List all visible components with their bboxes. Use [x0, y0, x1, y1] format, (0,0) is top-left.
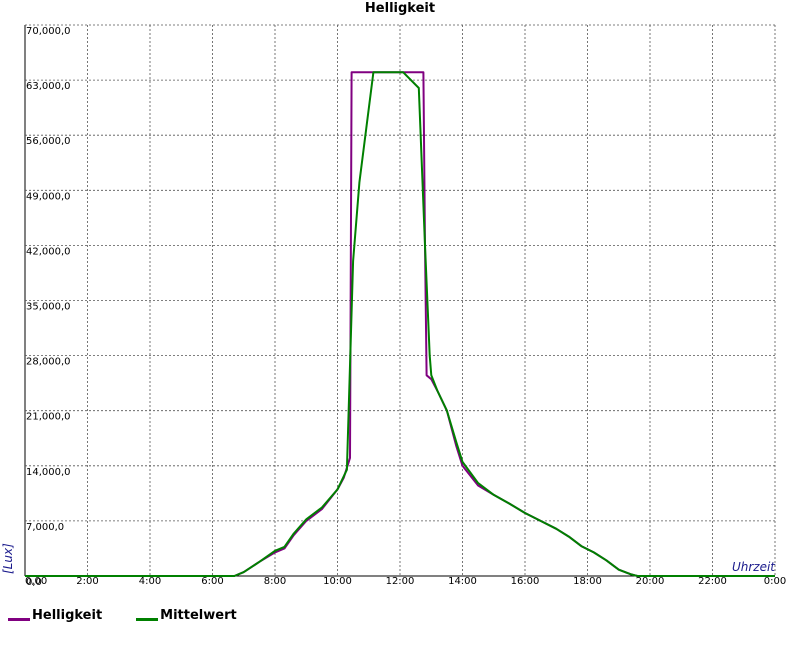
- y-tick-label: 70,000,0: [26, 26, 71, 37]
- x-tick-label: 4:00: [139, 576, 161, 587]
- x-tick-labels: 0,00 2:00 4:00 6:00 8:00 10:00 12:00 14:00 16:00…: [25, 576, 786, 587]
- y-tick-label: 14,000,0: [26, 467, 71, 478]
- legend-label-helligkeit: Helligkeit: [32, 608, 103, 623]
- brightness-chart: Helligkeit 0,07,000,014,000,021,000,028,…: [1, 1, 786, 588]
- grid: [24, 24, 776, 577]
- y-tick-label: 63,000,0: [26, 81, 71, 92]
- y-tick-labels: 0,07,000,014,000,021,000,028,000,035,000…: [26, 26, 71, 588]
- legend-swatch-helligkeit: [8, 618, 30, 621]
- y-axis-label: [Lux]: [1, 543, 15, 574]
- x-tick-label: 2:00: [76, 576, 98, 587]
- y-tick-label: 35,000,0: [26, 302, 71, 313]
- y-tick-label: 28,000,0: [26, 357, 71, 368]
- y-tick-label: 49,000,0: [26, 191, 71, 202]
- y-tick-label: 56,000,0: [26, 136, 71, 147]
- legend-item-mittelwert: Mittelwert: [136, 608, 237, 623]
- legend-swatch-mittelwert: [136, 618, 159, 621]
- legend-label-mittelwert: Mittelwert: [160, 608, 237, 623]
- x-tick-label: 0,00: [25, 576, 47, 587]
- legend-item-helligkeit: Helligkeit: [8, 608, 102, 623]
- x-tick-label: 10:00: [323, 576, 352, 587]
- x-axis-label: Uhrzeit: [732, 560, 776, 574]
- x-tick-label: 22:00: [698, 576, 727, 587]
- y-tick-label: 42,000,0: [26, 246, 71, 257]
- series-lines: [25, 71, 775, 577]
- x-tick-label: 12:00: [386, 576, 415, 587]
- x-tick-label: 20:00: [636, 576, 665, 587]
- x-tick-label: 14:00: [448, 576, 477, 587]
- x-tick-label: 0:00: [764, 576, 786, 587]
- y-tick-label: 21,000,0: [26, 412, 71, 423]
- series-line-mittelwert: [25, 71, 775, 577]
- legend: Helligkeit Mittelwert: [8, 608, 237, 623]
- x-tick-label: 8:00: [264, 576, 286, 587]
- x-tick-label: 6:00: [201, 576, 223, 587]
- x-tick-label: 16:00: [511, 576, 540, 587]
- y-tick-label: 7,000,0: [26, 522, 64, 533]
- x-tick-label: 18:00: [573, 576, 602, 587]
- chart-title: Helligkeit: [365, 1, 435, 16]
- series-line-helligkeit: [25, 71, 775, 577]
